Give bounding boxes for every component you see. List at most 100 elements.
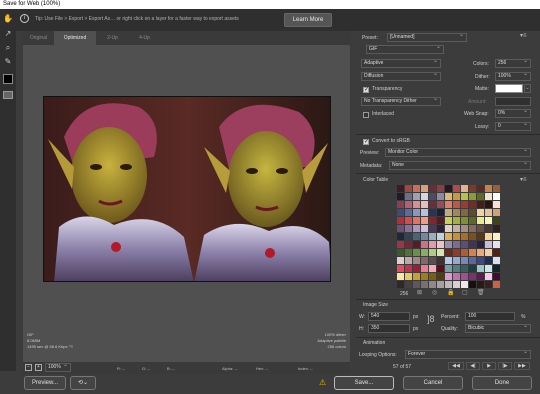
color-swatch[interactable] (453, 257, 460, 264)
color-swatch[interactable] (429, 273, 436, 280)
preset-dropdown[interactable]: [Unnamed] (387, 32, 467, 42)
color-swatch[interactable] (405, 233, 412, 240)
color-swatch[interactable] (397, 281, 404, 288)
color-swatch[interactable] (461, 225, 468, 232)
color-swatch[interactable] (413, 201, 420, 208)
color-reduction-dropdown[interactable]: Adaptive (361, 58, 441, 68)
color-swatch[interactable] (397, 233, 404, 240)
width-field[interactable]: 540 (368, 312, 410, 321)
color-swatch[interactable] (445, 217, 452, 224)
transparency-dither-dropdown[interactable]: No Transparency Dither (361, 96, 441, 106)
color-swatch[interactable] (397, 209, 404, 216)
browser-preview-dropdown[interactable]: ⟲⌄ (70, 376, 96, 390)
color-swatch[interactable] (429, 185, 436, 192)
color-swatch[interactable] (477, 209, 484, 216)
toggle-slices-icon[interactable] (3, 91, 13, 99)
color-swatch[interactable] (477, 185, 484, 192)
matte-dropdown-icon[interactable]: ⌄ (524, 84, 531, 93)
format-dropdown[interactable]: GIF (366, 44, 444, 54)
lossy-field[interactable]: 0 (495, 121, 531, 131)
color-swatch[interactable] (493, 257, 500, 264)
color-swatch[interactable] (405, 257, 412, 264)
color-swatch[interactable] (453, 233, 460, 240)
color-swatch[interactable] (413, 249, 420, 256)
color-swatch[interactable] (485, 281, 492, 288)
color-swatch[interactable] (469, 201, 476, 208)
tab-original[interactable]: Original (23, 31, 54, 45)
color-swatch[interactable] (405, 281, 412, 288)
color-swatch[interactable] (405, 193, 412, 200)
save-button[interactable]: Save... (334, 376, 394, 390)
interlaced-checkbox[interactable] (363, 112, 369, 118)
color-swatch[interactable] (493, 281, 500, 288)
color-swatch[interactable] (421, 273, 428, 280)
color-swatch[interactable] (453, 217, 460, 224)
color-swatch[interactable] (493, 201, 500, 208)
color-swatch[interactable] (437, 265, 444, 272)
color-swatch[interactable] (405, 265, 412, 272)
color-swatch[interactable] (429, 209, 436, 216)
color-swatch[interactable] (493, 241, 500, 248)
zoom-in-button[interactable]: + (35, 364, 42, 371)
learn-more-button[interactable]: Learn More (284, 13, 332, 27)
color-swatch[interactable] (429, 241, 436, 248)
first-frame-button[interactable]: ◀◀ (448, 362, 464, 370)
eyedropper-icon[interactable]: ✎ (3, 57, 13, 66)
color-swatch[interactable] (453, 225, 460, 232)
color-swatch[interactable] (437, 201, 444, 208)
color-swatch[interactable] (437, 217, 444, 224)
color-swatch[interactable] (453, 273, 460, 280)
color-swatch[interactable] (429, 201, 436, 208)
color-swatch[interactable] (469, 193, 476, 200)
panel-menu-icon[interactable]: ▾≡ (520, 32, 527, 39)
color-swatch[interactable] (421, 225, 428, 232)
web-snap-dropdown[interactable]: 0% (495, 108, 531, 118)
color-swatch[interactable] (477, 257, 484, 264)
transparency-checkbox[interactable] (363, 86, 369, 93)
color-swatch[interactable] (429, 249, 436, 256)
color-swatch[interactable] (477, 265, 484, 272)
color-table-grid[interactable] (397, 185, 500, 288)
color-swatch[interactable] (477, 217, 484, 224)
done-button[interactable]: Done (472, 376, 532, 390)
color-swatch[interactable] (397, 185, 404, 192)
color-swatch[interactable] (413, 193, 420, 200)
percent-field[interactable]: 100 (465, 312, 515, 321)
color-swatch[interactable] (397, 273, 404, 280)
color-swatch[interactable] (397, 249, 404, 256)
color-swatch[interactable] (413, 281, 420, 288)
constrain-proportions-icon[interactable]: ]8 (427, 314, 435, 324)
color-swatch[interactable] (477, 281, 484, 288)
color-swatch[interactable] (405, 217, 412, 224)
color-swatch[interactable] (445, 273, 452, 280)
color-swatch[interactable] (405, 273, 412, 280)
color-swatch[interactable] (445, 265, 452, 272)
color-swatch[interactable] (413, 257, 420, 264)
color-swatch[interactable] (445, 209, 452, 216)
color-swatch[interactable] (437, 273, 444, 280)
color-swatch[interactable] (405, 249, 412, 256)
zoom-tool-icon[interactable]: ⌕ (3, 43, 13, 52)
color-swatch[interactable] (397, 217, 404, 224)
color-swatch[interactable] (485, 193, 492, 200)
last-frame-button[interactable]: ▶▶ (514, 362, 530, 370)
color-swatch[interactable] (421, 265, 428, 272)
color-swatch[interactable] (413, 217, 420, 224)
color-swatch[interactable] (461, 241, 468, 248)
lock-color-icon[interactable]: 🔒 (447, 289, 454, 296)
color-swatch[interactable] (437, 257, 444, 264)
color-swatch[interactable] (413, 225, 420, 232)
color-swatch[interactable] (493, 233, 500, 240)
color-swatch[interactable] (485, 185, 492, 192)
status-menu-icon[interactable]: ⁼≡ (69, 344, 73, 349)
color-swatch[interactable] (413, 241, 420, 248)
dither-amount-field[interactable]: 100% (495, 71, 531, 81)
color-swatch[interactable] (485, 257, 492, 264)
color-swatch[interactable] (477, 241, 484, 248)
color-swatch[interactable] (445, 241, 452, 248)
color-swatch[interactable] (461, 273, 468, 280)
looping-options-dropdown[interactable]: Forever (405, 349, 531, 359)
color-swatch[interactable] (477, 193, 484, 200)
color-swatch[interactable] (485, 225, 492, 232)
add-color-icon[interactable]: ▢ (462, 289, 468, 296)
